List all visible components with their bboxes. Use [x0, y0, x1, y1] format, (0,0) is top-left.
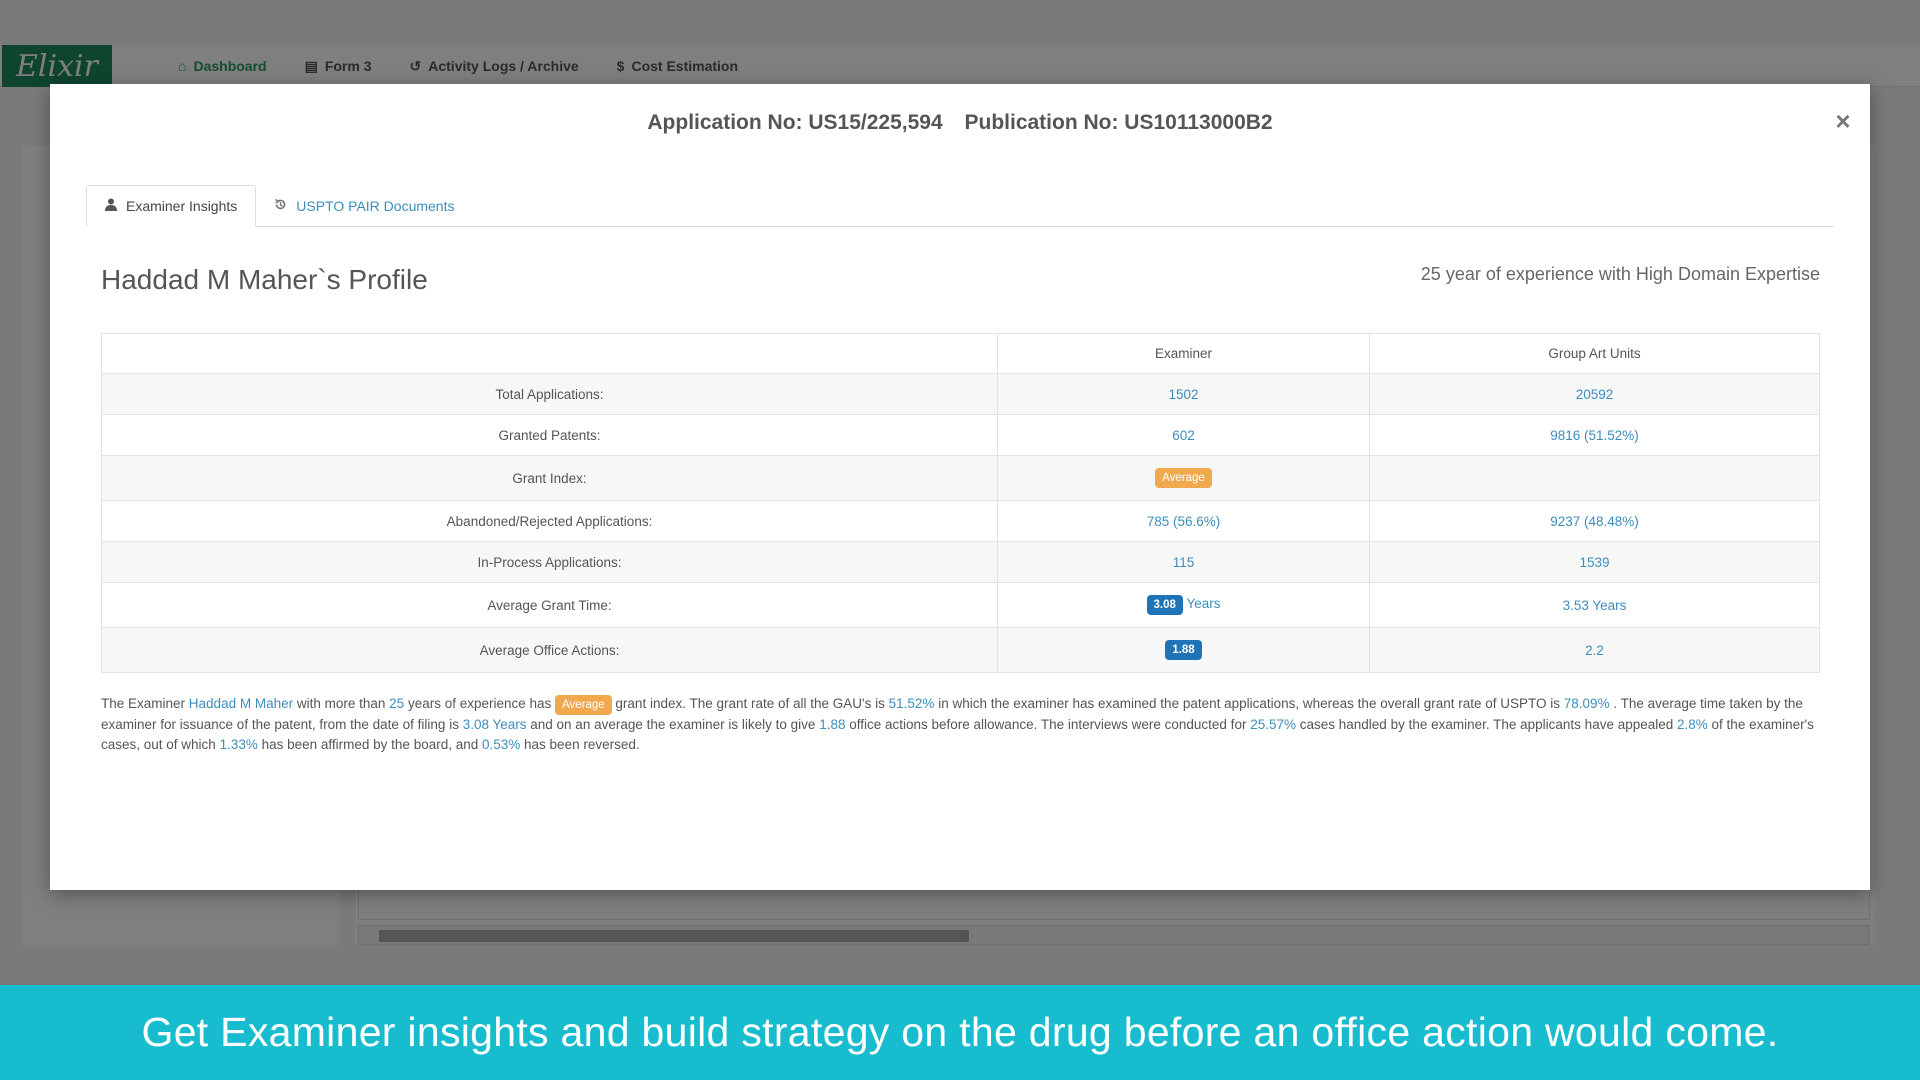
examiner-abandoned-link[interactable]: 785 (56.6%): [1147, 514, 1221, 529]
publication-number: Publication No: US10113000B2: [964, 111, 1273, 134]
examiner-name-link[interactable]: Haddad M Maher: [189, 696, 293, 711]
examiner-stats-table: Examiner Group Art Units Total Applicati…: [101, 333, 1820, 673]
summary-appealed: 2.8%: [1677, 717, 1708, 732]
summary-text: office actions before allowance. The int…: [845, 717, 1251, 732]
summary-text: has been affirmed by the board, and: [257, 737, 482, 752]
summary-text: and on an average the examiner is likely…: [526, 717, 820, 732]
gau-in-process-link[interactable]: 1539: [1579, 555, 1609, 570]
examiner-granted-patents-link[interactable]: 602: [1172, 428, 1195, 443]
gau-granted-patents-link[interactable]: 9816 (51.52%): [1550, 428, 1639, 443]
tab-uspto-pair-documents[interactable]: USPTO PAIR Documents: [256, 185, 472, 227]
application-number: Application No: US15/225,594: [647, 111, 943, 134]
row-label: Total Applications:: [101, 373, 998, 415]
modal-tabs: Examiner Insights USPTO PAIR Documents: [86, 185, 1834, 227]
tab-uspto-pair-documents-label: USPTO PAIR Documents: [296, 198, 455, 214]
tab-examiner-insights-label: Examiner Insights: [126, 198, 238, 214]
examiner-in-process-link[interactable]: 115: [1173, 555, 1195, 570]
table-header-row: Examiner Group Art Units: [101, 333, 1820, 374]
modal-title: Application No: US15/225,594 Publication…: [50, 111, 1870, 135]
gau-office-actions: 2.2: [1585, 642, 1604, 658]
summary-text: with more than: [293, 696, 390, 711]
caption-text: Get Examiner insights and build strategy…: [141, 1009, 1779, 1055]
summary-interviews: 25.57%: [1250, 717, 1296, 732]
summary-years: 25: [389, 696, 405, 711]
summary-reversed: 0.53%: [482, 737, 521, 752]
summary-text: has been reversed.: [520, 737, 640, 752]
table-row: Grant Index: Average: [101, 455, 1820, 501]
summary-text: The Examiner: [101, 696, 189, 711]
row-label: Abandoned/Rejected Applications:: [101, 500, 998, 542]
gau-grant-index-cell: [1369, 455, 1820, 501]
history-icon: [274, 198, 287, 214]
column-header-group-art-units: Group Art Units: [1369, 333, 1820, 374]
table-row: Total Applications: 1502 20592: [101, 373, 1820, 415]
column-header-metric: [101, 333, 998, 374]
gau-total-applications-link[interactable]: 20592: [1576, 387, 1614, 402]
gau-abandoned-link[interactable]: 9237 (48.48%): [1550, 514, 1639, 529]
column-header-examiner: Examiner: [997, 333, 1370, 374]
table-row: Average Grant Time: 3.08 Years 3.53 Year…: [101, 582, 1820, 628]
tab-examiner-insights[interactable]: Examiner Insights: [86, 185, 257, 227]
summary-uspto-rate: 78.09%: [1563, 696, 1610, 711]
caption-banner: Get Examiner insights and build strategy…: [0, 985, 1920, 1080]
close-button[interactable]: ×: [1830, 108, 1856, 134]
user-icon: [105, 198, 117, 214]
summary-grant-time: 3.08 Years: [462, 717, 527, 732]
table-row: In-Process Applications: 115 1539: [101, 541, 1820, 583]
summary-text: cases handled by the examiner. The appli…: [1296, 717, 1678, 732]
grant-time-unit: Years: [1186, 596, 1221, 611]
summary-gau-rate: 51.52%: [888, 696, 935, 711]
row-label: Grant Index:: [101, 455, 998, 501]
row-label: In-Process Applications:: [101, 541, 998, 583]
summary-grant-index-badge: Average: [555, 695, 612, 715]
row-label: Granted Patents:: [101, 414, 998, 456]
profile-title: Haddad M Maher`s Profile: [101, 264, 428, 295]
table-row: Average Office Actions: 1.88 2.2: [101, 627, 1820, 673]
gau-grant-time: 3.53 Years: [1562, 597, 1627, 613]
examiner-total-applications-link[interactable]: 1502: [1168, 387, 1198, 402]
table-row: Granted Patents: 602 9816 (51.52%): [101, 414, 1820, 456]
grant-index-badge: Average: [1155, 468, 1212, 488]
summary-office-actions: 1.88: [819, 717, 846, 732]
summary-affirmed: 1.33%: [219, 737, 258, 752]
examiner-summary-paragraph: The Examiner Haddad M Maher with more th…: [101, 694, 1826, 755]
table-row: Abandoned/Rejected Applications: 785 (56…: [101, 500, 1820, 542]
summary-text: years of experience has: [404, 696, 556, 711]
experience-summary: 25 year of experience with High Domain E…: [1420, 264, 1820, 284]
summary-text: grant index. The grant rate of all the G…: [611, 696, 889, 711]
row-label: Average Office Actions:: [101, 627, 998, 673]
office-actions-badge: 1.88: [1165, 640, 1202, 660]
examiner-modal: Application No: US15/225,594 Publication…: [50, 84, 1870, 890]
row-label: Average Grant Time:: [101, 582, 998, 628]
summary-text: in which the examiner has examined the p…: [934, 696, 1564, 711]
grant-time-badge: 3.08: [1146, 595, 1183, 615]
